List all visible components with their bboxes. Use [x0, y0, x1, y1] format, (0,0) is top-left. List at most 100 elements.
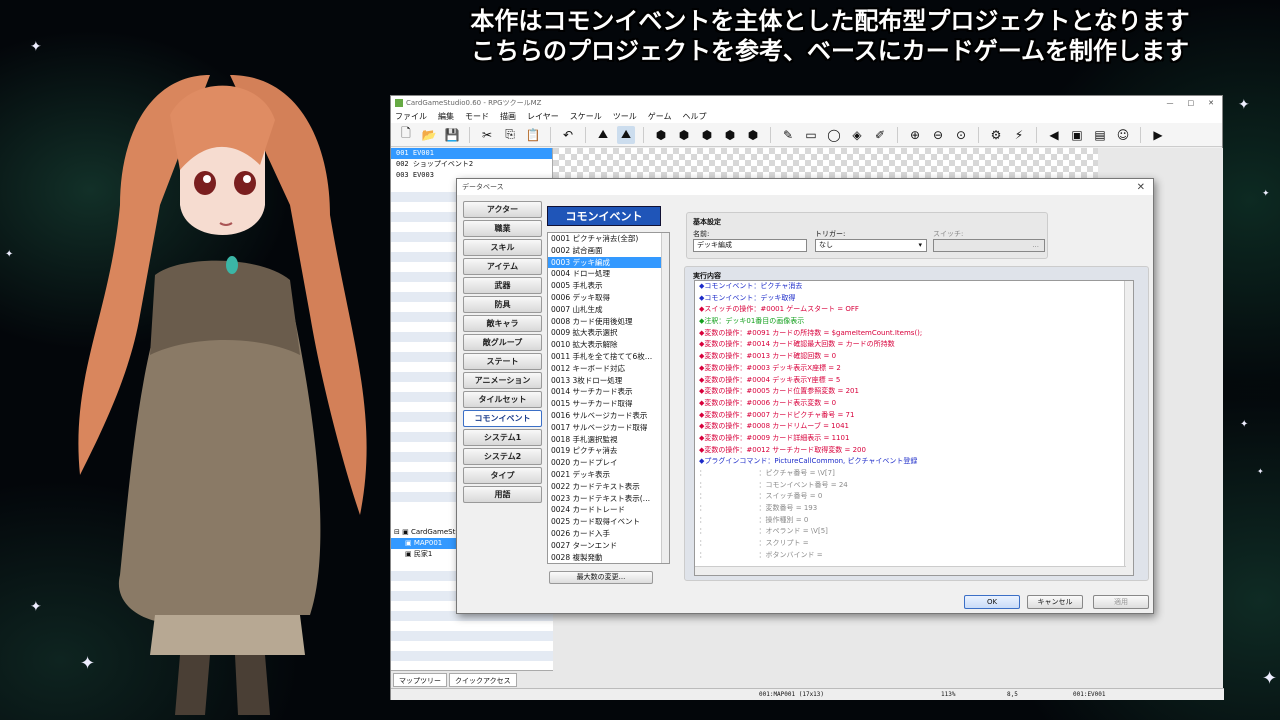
command-line[interactable]: ◆変数の操作：#0012 サーチカード取得変数 = 200 — [695, 445, 1133, 457]
common-event-item[interactable]: 0011 手札を全て捨てて6枚… — [548, 351, 669, 363]
common-event-item[interactable]: 0024 カードトレード — [548, 504, 669, 516]
rectangle-icon[interactable]: ▭ — [802, 126, 820, 144]
category-button[interactable]: システム1 — [463, 429, 542, 446]
category-button[interactable]: 職業 — [463, 220, 542, 237]
category-button[interactable]: 防具 — [463, 296, 542, 313]
command-line[interactable]: ◆変数の操作：#0007 カードピクチャ番号 = 71 — [695, 410, 1133, 422]
menu-game[interactable]: ゲーム — [648, 111, 672, 122]
common-event-item[interactable]: 0021 デッキ表示 — [548, 469, 669, 481]
list-scrollbar[interactable] — [661, 233, 669, 563]
category-button[interactable]: タイプ — [463, 467, 542, 484]
undo-icon[interactable]: ↶ — [559, 126, 577, 144]
category-button[interactable]: 武器 — [463, 277, 542, 294]
common-event-item[interactable]: 0012 キーボード対応 — [548, 363, 669, 375]
ellipse-icon[interactable]: ◯ — [825, 126, 843, 144]
pencil-icon[interactable]: ✎ — [779, 126, 797, 144]
command-line[interactable]: ◆コモンイベント：ピクチャ消去 — [695, 281, 1133, 293]
category-button[interactable]: システム2 — [463, 448, 542, 465]
common-event-item[interactable]: 0003 デッキ編成 — [548, 256, 669, 269]
common-event-item[interactable]: 0025 カード取得イベント — [548, 516, 669, 528]
menu-help[interactable]: ヘルプ — [683, 111, 707, 122]
common-event-item[interactable]: 0004 ドロー処理 — [548, 268, 669, 280]
category-button[interactable]: スキル — [463, 239, 542, 256]
command-line[interactable]: ： ：オペランド = \V[5] — [695, 526, 1133, 538]
horizontal-scrollbar[interactable] — [695, 566, 1126, 575]
command-line[interactable]: ◆変数の操作：#0009 カード詳細表示 = 1101 — [695, 433, 1133, 445]
apply-button[interactable]: 適用 — [1093, 595, 1149, 609]
menu-tools[interactable]: ツール — [613, 111, 637, 122]
maximize-button[interactable]: □ — [1188, 99, 1195, 107]
database-icon[interactable]: ⚙ — [987, 126, 1005, 144]
command-line[interactable]: ◆注釈：デッキ01番目の画像表示 — [695, 316, 1133, 328]
shadow-pen-icon[interactable]: ✐ — [871, 126, 889, 144]
common-event-item[interactable]: 0019 ピクチャ消去 — [548, 445, 669, 457]
zoom-in-icon[interactable]: ⊕ — [906, 126, 924, 144]
event-mode-icon[interactable]: ⛰ — [617, 125, 635, 144]
command-line[interactable]: ◆スイッチの操作：#0001 ゲームスタート = OFF — [695, 304, 1133, 316]
menu-file[interactable]: ファイル — [395, 111, 427, 122]
command-line[interactable]: ： ：スイッチ番号 = 0 — [695, 491, 1133, 503]
command-line[interactable]: ： ：ピクチャ番号 = \V[7] — [695, 468, 1133, 480]
category-button[interactable]: 用語 — [463, 486, 542, 503]
event-list-item[interactable]: 002 ショップイベント2 — [391, 159, 552, 170]
tab-quick-access[interactable]: クイックアクセス — [449, 672, 517, 687]
command-line[interactable]: ： ：操作種別 = 0 — [695, 515, 1133, 527]
common-event-item[interactable]: 0016 サルベージカード表示 — [548, 410, 669, 422]
common-event-item[interactable]: 0015 サーチカード取得 — [548, 398, 669, 410]
event-searcher-icon[interactable]: ▣ — [1068, 126, 1086, 144]
open-project-icon[interactable]: 📂 — [420, 126, 438, 144]
command-line[interactable]: ◆プラグインコマンド：PictureCallCommon, ピクチャイベント登録 — [695, 456, 1133, 468]
command-line[interactable]: ： ：コモンイベント番号 = 24 — [695, 480, 1133, 492]
category-button[interactable]: アクター — [463, 201, 542, 218]
playtest-icon[interactable]: ▶ — [1149, 126, 1167, 144]
change-max-button[interactable]: 最大数の変更... — [549, 571, 653, 584]
character-generator-icon[interactable]: ☺ — [1114, 126, 1132, 144]
common-event-item[interactable]: 0022 カードテキスト表示 — [548, 481, 669, 493]
category-button[interactable]: タイルセット — [463, 391, 542, 408]
command-line[interactable]: ◆変数の操作：#0091 カードの所持数 = $gameItemCount.It… — [695, 328, 1133, 340]
common-event-item[interactable]: 0013 3枚ドロー処理 — [548, 375, 669, 387]
cut-icon[interactable]: ✂ — [478, 126, 496, 144]
category-button[interactable]: アニメーション — [463, 372, 542, 389]
command-line[interactable]: ◆変数の操作：#0004 デッキ表示Y座標 = 5 — [695, 375, 1133, 387]
category-button[interactable]: 敵グループ — [463, 334, 542, 351]
common-event-item[interactable]: 0010 拡大表示解除 — [548, 339, 669, 351]
sound-test-icon[interactable]: ◀ — [1045, 126, 1063, 144]
common-event-item[interactable]: 0018 手札選択監視 — [548, 434, 669, 446]
command-line[interactable]: ◆変数の操作：#0014 カード確認最大回数 = カードの所持数 — [695, 339, 1133, 351]
layer-icon[interactable]: ⬢ — [721, 126, 739, 144]
command-line[interactable]: ◆変数の操作：#0003 デッキ表示X座標 = 2 — [695, 363, 1133, 375]
map-mode-icon[interactable]: ⛰ — [594, 126, 612, 144]
command-line[interactable]: ◆コモンイベント：デッキ取得 — [695, 293, 1133, 305]
common-event-item[interactable]: 0014 サーチカード表示 — [548, 386, 669, 398]
copy-icon[interactable]: ⎘ — [501, 126, 519, 144]
save-project-icon[interactable]: 💾 — [443, 126, 461, 144]
common-event-item[interactable]: 0009 拡大表示選択 — [548, 327, 669, 339]
common-event-item[interactable]: 0008 カード使用後処理 — [548, 316, 669, 328]
vertical-scrollbar[interactable] — [1124, 281, 1133, 575]
ok-button[interactable]: OK — [964, 595, 1020, 609]
paste-icon[interactable]: 📋 — [524, 126, 542, 144]
new-project-icon[interactable]: 🗋 — [397, 126, 415, 144]
zoom-reset-icon[interactable]: ⊙ — [952, 126, 970, 144]
name-field[interactable]: デッキ編成 — [693, 239, 807, 252]
zoom-out-icon[interactable]: ⊖ — [929, 126, 947, 144]
tile-grid[interactable] — [553, 148, 1098, 178]
cancel-button[interactable]: キャンセル — [1027, 595, 1083, 609]
category-button[interactable]: ステート — [463, 353, 542, 370]
common-event-item[interactable]: 0026 カード入手 — [548, 528, 669, 540]
menu-draw[interactable]: 描画 — [500, 111, 516, 122]
common-event-item[interactable]: 0027 ターンエンド — [548, 540, 669, 552]
command-line[interactable]: ◆変数の操作：#0006 カード表示変数 = 0 — [695, 398, 1133, 410]
common-event-item[interactable]: 0007 山札生成 — [548, 304, 669, 316]
menu-layer[interactable]: レイヤー — [527, 111, 559, 122]
menu-scale[interactable]: スケール — [570, 111, 602, 122]
command-line[interactable]: ： ：スクリプト = — [695, 538, 1133, 550]
menu-edit[interactable]: 編集 — [438, 111, 454, 122]
category-button[interactable]: 敵キャラ — [463, 315, 542, 332]
close-icon[interactable]: ✕ — [1137, 182, 1145, 193]
common-event-item[interactable]: 0006 デッキ取得 — [548, 292, 669, 304]
command-line[interactable]: ◆変数の操作：#0005 カード位置参照変数 = 201 — [695, 386, 1133, 398]
command-line[interactable]: ◆変数の操作：#0008 カードリムーブ = 1041 — [695, 421, 1133, 433]
resource-manager-icon[interactable]: ▤ — [1091, 126, 1109, 144]
